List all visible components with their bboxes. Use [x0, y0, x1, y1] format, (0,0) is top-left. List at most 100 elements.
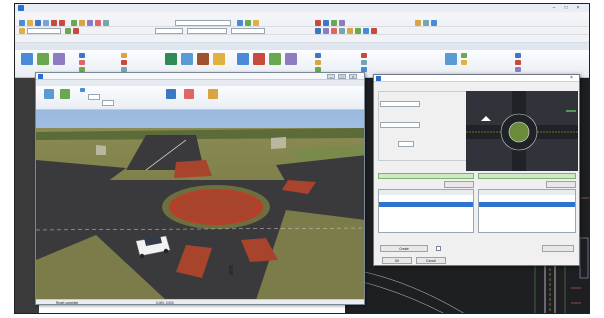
small-tool-icon[interactable]: [461, 53, 467, 58]
table-row[interactable]: [479, 196, 575, 201]
drive-icon[interactable]: [166, 89, 176, 99]
minimize-icon[interactable]: –: [549, 4, 559, 12]
undo-icon[interactable]: [51, 20, 57, 26]
small-tool-icon[interactable]: [121, 53, 127, 58]
camera-icon[interactable]: [44, 89, 54, 99]
move-icon[interactable]: [315, 28, 321, 34]
color-icon[interactable]: [65, 28, 71, 34]
table-row[interactable]: [379, 196, 473, 201]
table-row[interactable]: [479, 214, 575, 219]
record-icon[interactable]: [184, 89, 194, 99]
scale-icon[interactable]: [339, 28, 345, 34]
small-tool-icon[interactable]: [361, 53, 367, 58]
create-corridor-icon[interactable]: [53, 53, 65, 65]
parcel-icon[interactable]: [213, 53, 225, 65]
small-tool-icon[interactable]: [315, 53, 321, 58]
layer-select[interactable]: [27, 28, 61, 34]
line-icon[interactable]: [323, 20, 329, 26]
create-profile-icon[interactable]: [37, 53, 49, 65]
settings-icon[interactable]: [237, 20, 243, 26]
value-field[interactable]: [102, 100, 114, 106]
view-icon[interactable]: [445, 53, 457, 65]
ok-button[interactable]: OK: [382, 257, 412, 264]
create-button-secondary[interactable]: [542, 245, 574, 252]
table-row[interactable]: [479, 202, 575, 207]
circle-icon[interactable]: [339, 20, 345, 26]
close-icon[interactable]: ×: [573, 4, 583, 12]
add-button[interactable]: [444, 181, 474, 188]
grid-icon[interactable]: [245, 20, 251, 26]
maximize-icon[interactable]: □: [338, 74, 346, 79]
properties-icon[interactable]: [79, 20, 85, 26]
small-tool-icon[interactable]: [361, 60, 367, 65]
3d-scene[interactable]: [36, 110, 364, 300]
close-icon[interactable]: ×: [570, 75, 573, 82]
intersection-icon[interactable]: [237, 53, 249, 65]
close-icon[interactable]: ×: [349, 74, 357, 79]
trim-icon[interactable]: [363, 28, 369, 34]
title-bar: – □ ×: [15, 4, 589, 12]
create-alignment-icon[interactable]: [21, 53, 33, 65]
site-icon[interactable]: [269, 53, 281, 65]
measure-icon[interactable]: [95, 20, 101, 26]
match-icon[interactable]: [87, 20, 93, 26]
offset-icon[interactable]: [355, 28, 361, 34]
small-tool-icon[interactable]: [315, 60, 321, 65]
feature-line-icon[interactable]: [285, 53, 297, 65]
table-row[interactable]: [479, 208, 575, 213]
small-tool-icon[interactable]: [79, 60, 85, 65]
approach-road-field[interactable]: [380, 122, 420, 128]
redo-icon[interactable]: [59, 20, 65, 26]
extend-icon[interactable]: [371, 28, 377, 34]
new-icon[interactable]: [19, 20, 25, 26]
roads-table[interactable]: [378, 189, 474, 233]
small-tool-icon[interactable]: [515, 53, 521, 58]
small-tool-icon[interactable]: [79, 53, 85, 58]
value-field[interactable]: [398, 141, 414, 147]
small-tool-icon[interactable]: [461, 60, 467, 65]
pipe-icon[interactable]: [197, 53, 209, 65]
approach-road-bar[interactable]: [478, 173, 576, 179]
linetype-icon[interactable]: [73, 28, 79, 34]
text-icon[interactable]: [423, 20, 429, 26]
create-button[interactable]: Create: [380, 245, 428, 252]
small-tool-icon[interactable]: [515, 60, 521, 65]
circulating-road-bar[interactable]: [378, 173, 474, 179]
snap-icon[interactable]: [253, 20, 259, 26]
color-select[interactable]: [155, 28, 183, 34]
folder-icon[interactable]: [19, 28, 25, 34]
checkbox[interactable]: [436, 246, 441, 251]
maximize-icon[interactable]: □: [561, 4, 571, 12]
table-row[interactable]: [379, 208, 473, 213]
add-button[interactable]: [546, 181, 576, 188]
roundabout-icon[interactable]: [253, 53, 265, 65]
surface-icon[interactable]: [181, 53, 193, 65]
small-tool-icon[interactable]: [80, 88, 85, 92]
value-field[interactable]: [88, 94, 100, 100]
target-icon[interactable]: [60, 89, 70, 99]
circulating-road-field[interactable]: [380, 101, 420, 107]
rotate-icon[interactable]: [331, 28, 337, 34]
lineweight-select[interactable]: [231, 28, 265, 34]
workspace-select[interactable]: [175, 20, 231, 26]
open-icon[interactable]: [27, 20, 33, 26]
small-tool-icon[interactable]: [121, 60, 127, 65]
linetype-select[interactable]: [187, 28, 227, 34]
small-tool-icon[interactable]: [515, 67, 521, 72]
export-icon[interactable]: [208, 89, 218, 99]
minimize-icon[interactable]: –: [327, 74, 335, 79]
layer-icon[interactable]: [71, 20, 77, 26]
draw-icon[interactable]: [315, 20, 321, 26]
approaches-table[interactable]: [478, 189, 576, 233]
table-row[interactable]: [379, 202, 473, 207]
arc-icon[interactable]: [331, 20, 337, 26]
mirror-icon[interactable]: [347, 28, 353, 34]
print-icon[interactable]: [43, 20, 49, 26]
cancel-button[interactable]: Cancel: [416, 257, 446, 264]
copy-icon[interactable]: [323, 28, 329, 34]
dimension-icon[interactable]: [431, 20, 437, 26]
save-icon[interactable]: [35, 20, 41, 26]
hatch-icon[interactable]: [415, 20, 421, 26]
grading-icon[interactable]: [165, 53, 177, 65]
zoom-icon[interactable]: [103, 20, 109, 26]
